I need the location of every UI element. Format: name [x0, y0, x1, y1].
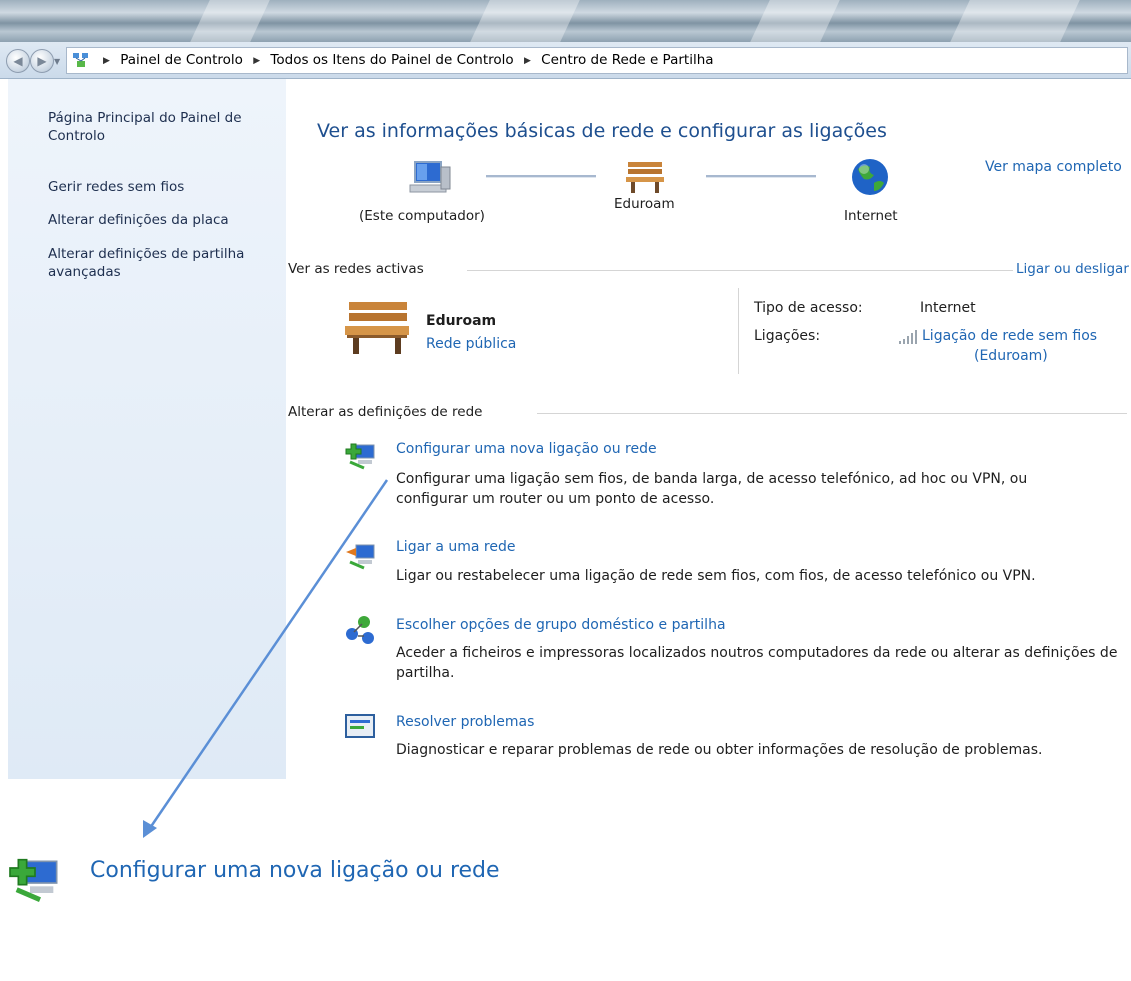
sidebar: Página Principal do Painel de Controlo G…: [8, 79, 286, 779]
sidebar-item-advanced-sharing[interactable]: Alterar definições de partilha avançadas: [48, 245, 273, 281]
wireless-connection-ssid[interactable]: (Eduroam): [922, 346, 1097, 366]
map-network-label[interactable]: Eduroam: [614, 196, 675, 212]
setup-new-connection-desc: Configurar uma ligação sem fios, de band…: [396, 471, 1028, 507]
forward-button[interactable]: ▶: [30, 49, 54, 73]
window-titlebar: [0, 0, 1131, 42]
active-networks-heading: Ver as redes activas: [288, 261, 424, 277]
connect-to-network-link[interactable]: Ligar a uma rede: [396, 539, 516, 555]
troubleshoot-desc: Diagnosticar e reparar problemas de rede…: [396, 742, 1043, 758]
bench-icon: [626, 162, 664, 193]
vertical-divider: [738, 288, 739, 374]
zoom-setup-new-connection-link[interactable]: Configurar uma nova ligação ou rede: [90, 858, 500, 883]
history-dropdown-icon[interactable]: ▼: [54, 57, 60, 66]
breadcrumb-item-control-panel[interactable]: Painel de Controlo: [120, 52, 243, 68]
breadcrumb[interactable]: ▶ Painel de Controlo ▶ Todos os Itens do…: [66, 47, 1128, 74]
map-computer-label: (Este computador): [359, 208, 485, 224]
map-connection-line: [706, 175, 816, 178]
address-bar: ◀ ▶ ▼ ▶ Painel de Controlo ▶ Todos os It…: [0, 42, 1131, 79]
network-center-icon: [73, 53, 88, 67]
map-connection-line: [486, 175, 596, 178]
connect-to-network-desc: Ligar ou restabelecer uma ligação de red…: [396, 568, 1036, 584]
full-map-link[interactable]: Ver mapa completo: [985, 159, 1122, 175]
new-connection-icon-large: [9, 858, 58, 902]
section-divider: [537, 413, 1127, 414]
troubleshoot-link[interactable]: Resolver problemas: [396, 714, 534, 730]
connect-network-icon: [346, 544, 375, 570]
homegroup-icon: [346, 616, 374, 644]
section-divider: [467, 270, 1013, 271]
sidebar-item-control-panel-home[interactable]: Página Principal do Painel de Controlo: [48, 109, 273, 145]
signal-strength-icon: [899, 330, 917, 344]
wireless-connection-link[interactable]: Ligação de rede sem fios (Eduroam): [922, 326, 1097, 366]
network-type-link[interactable]: Rede pública: [426, 336, 516, 352]
homegroup-sharing-desc: Aceder a ficheiros e impressoras localiz…: [396, 645, 1118, 681]
connections-label: Ligações:: [754, 328, 821, 344]
page-title: Ver as informações básicas de rede e con…: [317, 120, 887, 142]
breadcrumb-separator-icon[interactable]: ▶: [524, 56, 531, 66]
breadcrumb-separator-icon[interactable]: ▶: [253, 56, 260, 66]
computer-icon: [409, 161, 451, 193]
public-network-bench-icon: [345, 302, 409, 354]
homegroup-sharing-link[interactable]: Escolher opções de grupo doméstico e par…: [396, 617, 726, 633]
connect-disconnect-link[interactable]: Ligar ou desligar: [1016, 261, 1129, 277]
change-settings-heading: Alterar as definições de rede: [288, 404, 483, 420]
troubleshoot-icon: [345, 714, 375, 738]
wireless-connection-name[interactable]: Ligação de rede sem fios: [922, 326, 1097, 346]
access-type-label: Tipo de acesso:: [754, 300, 863, 316]
breadcrumb-item-all-items[interactable]: Todos os Itens do Painel de Controlo: [270, 52, 513, 68]
sidebar-item-adapter-settings[interactable]: Alterar definições da placa: [48, 211, 273, 229]
map-internet-label: Internet: [844, 208, 898, 224]
sidebar-item-manage-wireless[interactable]: Gerir redes sem fios: [48, 178, 273, 196]
setup-new-connection-link[interactable]: Configurar uma nova ligação ou rede: [396, 441, 657, 457]
breadcrumb-item-network-center[interactable]: Centro de Rede e Partilha: [541, 52, 713, 68]
active-network-name: Eduroam: [426, 313, 497, 329]
breadcrumb-separator-icon[interactable]: ▶: [103, 56, 110, 66]
access-type-value: Internet: [920, 300, 976, 316]
back-button[interactable]: ◀: [6, 49, 30, 73]
globe-icon: [852, 159, 888, 195]
new-connection-icon: [345, 443, 375, 470]
